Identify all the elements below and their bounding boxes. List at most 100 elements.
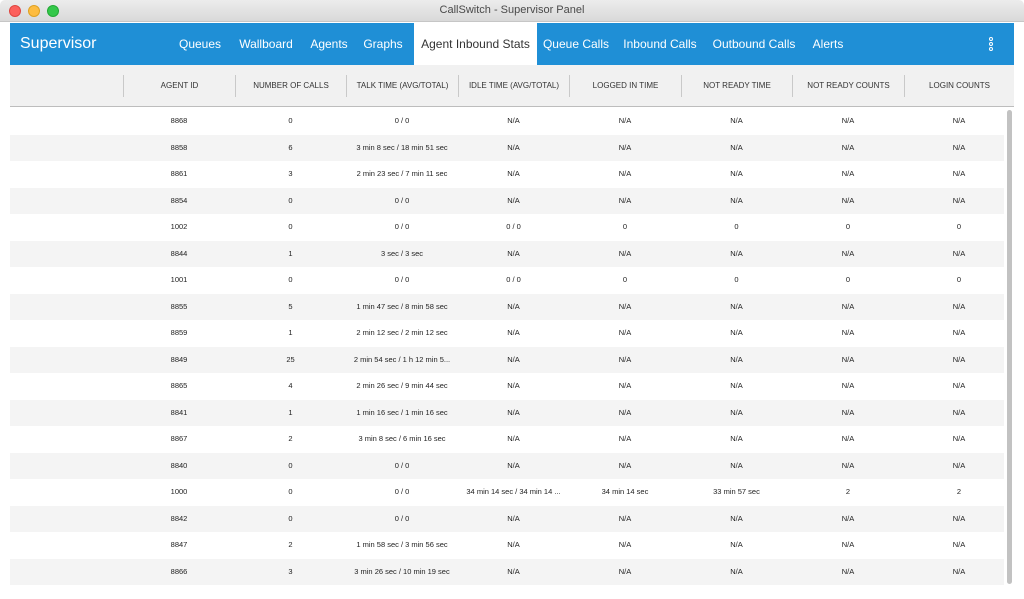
cell-login-counts: N/A [952, 407, 966, 417]
column-header-talk-time[interactable]: TALK TIME (AVG/TOTAL) [346, 75, 458, 97]
cell-logged-in-time: N/A [618, 328, 632, 337]
cell-number-of-calls: 6 [288, 142, 293, 152]
cell-login-counts: N/A [952, 381, 966, 390]
cell-logged-in-time: 0 [622, 222, 628, 231]
cell-idle-time: 34 min 14 sec / 34 min 14 ... [466, 487, 561, 496]
table-row[interactable]: 8841 1 1 min 16 sec / 1 min 16 sec N/A N/A N/… [10, 399, 1004, 426]
cell-idle-time: N/A [507, 169, 520, 178]
cell-not-ready-time: N/A [730, 407, 743, 417]
tab-agents[interactable]: Agents [304, 23, 354, 65]
cell-login-counts: N/A [952, 195, 966, 205]
cell-number-of-calls: 1 [288, 407, 293, 417]
cell-agent-id: 1001 [170, 275, 188, 284]
cell-logged-in-time: 0 [622, 275, 628, 284]
column-header-not-ready-time[interactable]: NOT READY TIME [681, 75, 792, 97]
cell-login-counts: N/A [952, 116, 966, 125]
cell-not-ready-counts: 2 [845, 487, 851, 496]
cell-not-ready-time: N/A [730, 169, 743, 178]
cell-logged-in-time: N/A [618, 407, 632, 417]
table-row[interactable]: 8868 0 0 / 0 N/A N/A N/A N/A N/A [10, 108, 1004, 135]
tab-outbound-calls[interactable]: Outbound Calls [710, 23, 798, 65]
cell-idle-time: N/A [507, 407, 520, 417]
cell-login-counts: 2 [956, 487, 962, 496]
cell-not-ready-time: N/A [730, 354, 743, 364]
cell-talk-time: 0 / 0 [394, 487, 410, 496]
cell-talk-time: 0 / 0 [394, 275, 410, 284]
cell-login-counts: N/A [952, 354, 966, 364]
table-row[interactable]: 8840 0 0 / 0 N/A N/A N/A N/A N/A [10, 452, 1004, 479]
tab-alerts[interactable]: Alerts [808, 23, 848, 65]
table-header: AGENT ID NUMBER OF CALLS TALK TIME (AVG/… [10, 65, 1014, 107]
cell-not-ready-time: N/A [730, 142, 743, 152]
table-row[interactable]: 8858 6 3 min 8 sec / 18 min 51 sec N/A N/A N/… [10, 134, 1004, 161]
table-row[interactable]: 8859 1 2 min 12 sec / 2 min 12 sec N/A N/A N/… [10, 320, 1004, 347]
tab-graphs[interactable]: Graphs [358, 23, 408, 65]
cell-not-ready-counts: N/A [841, 301, 855, 311]
cell-number-of-calls: 0 [288, 116, 293, 125]
tab-queues[interactable]: Queues [172, 23, 228, 65]
cell-login-counts: N/A [952, 540, 966, 549]
column-header-logged-in-time[interactable]: LOGGED IN TIME [569, 75, 681, 97]
table-row[interactable]: 8844 1 3 sec / 3 sec N/A N/A N/A N/A N/A [10, 240, 1004, 267]
cell-not-ready-time: N/A [730, 116, 743, 125]
table-row[interactable]: 8867 2 3 min 8 sec / 6 min 16 sec N/A N/A N/A… [10, 426, 1004, 453]
cell-login-counts: N/A [952, 460, 966, 470]
cell-idle-time: N/A [507, 540, 520, 549]
cell-not-ready-counts: 0 [845, 275, 851, 284]
cell-agent-id: 8849 [170, 354, 188, 364]
cell-not-ready-counts: N/A [841, 566, 855, 576]
app-window: CallSwitch - Supervisor Panel Supervisor… [0, 0, 1024, 599]
tab-queue-calls[interactable]: Queue Calls [540, 23, 612, 65]
column-header-idle-time[interactable]: IDLE TIME (AVG/TOTAL) [458, 75, 569, 97]
cell-login-counts: N/A [952, 434, 966, 443]
cell-logged-in-time: N/A [618, 301, 632, 311]
table-row[interactable]: 8854 0 0 / 0 N/A N/A N/A N/A N/A [10, 187, 1004, 214]
cell-agent-id: 8847 [170, 540, 188, 549]
more-vertical-icon[interactable] [986, 37, 996, 53]
cell-agent-id: 8855 [170, 301, 188, 311]
cell-idle-time: N/A [507, 460, 520, 470]
cell-not-ready-counts: N/A [841, 513, 855, 523]
table-row[interactable]: 8847 2 1 min 58 sec / 3 min 56 sec N/A N/A N/… [10, 532, 1004, 559]
cell-agent-id: 8844 [170, 248, 188, 258]
column-header-number-of-calls[interactable]: NUMBER OF CALLS [235, 75, 346, 97]
cell-idle-time: 0 / 0 [506, 275, 521, 284]
cell-login-counts: N/A [952, 328, 966, 337]
cell-agent-id: 8859 [170, 328, 188, 337]
cell-login-counts: 0 [956, 222, 962, 231]
table-row[interactable]: 8865 4 2 min 26 sec / 9 min 44 sec N/A N/A N/… [10, 373, 1004, 400]
table-row[interactable]: 8842 0 0 / 0 N/A N/A N/A N/A N/A [10, 505, 1004, 532]
cell-talk-time: 3 sec / 3 sec [380, 248, 424, 258]
cell-idle-time: N/A [507, 301, 520, 311]
column-header-agent-id[interactable]: AGENT ID [123, 75, 235, 97]
column-header-login-counts[interactable]: LOGIN COUNTS [904, 75, 1014, 97]
table-row[interactable]: 1000 0 0 / 0 34 min 14 sec / 34 min 14 ... 3… [10, 479, 1004, 506]
cell-not-ready-counts: N/A [841, 142, 855, 152]
column-header-not-ready-counts[interactable]: NOT READY COUNTS [792, 75, 904, 97]
cell-login-counts: 0 [956, 275, 962, 284]
table-row[interactable]: 8849 25 2 min 54 sec / 1 h 12 min 5... N/A N… [10, 346, 1004, 373]
tab-agent-inbound-stats[interactable]: Agent Inbound Stats [414, 23, 537, 65]
table-row[interactable]: 8861 3 2 min 23 sec / 7 min 11 sec N/A N/A N/… [10, 161, 1004, 188]
table-row[interactable]: 1001 0 0 / 0 0 / 0 0 0 0 0 [10, 267, 1004, 294]
cell-number-of-calls: 3 [288, 566, 293, 576]
cell-login-counts: N/A [952, 142, 966, 152]
cell-not-ready-counts: N/A [841, 116, 855, 125]
table-row[interactable]: 8866 3 3 min 26 sec / 10 min 19 sec N/A N/A N… [10, 558, 1004, 585]
cell-talk-time: 3 min 26 sec / 10 min 19 sec [354, 566, 450, 576]
cell-talk-time: 2 min 54 sec / 1 h 12 min 5... [353, 354, 451, 364]
table-row[interactable]: 8855 5 1 min 47 sec / 8 min 58 sec N/A N/A N/… [10, 293, 1004, 320]
cell-idle-time: N/A [507, 354, 520, 364]
tab-wallboard[interactable]: Wallboard [234, 23, 298, 65]
cell-number-of-calls: 0 [288, 195, 293, 205]
cell-talk-time: 1 min 16 sec / 1 min 16 sec [356, 407, 448, 417]
tab-inbound-calls[interactable]: Inbound Calls [621, 23, 699, 65]
cell-login-counts: N/A [952, 169, 966, 178]
cell-logged-in-time: N/A [618, 566, 632, 576]
cell-not-ready-time: 0 [734, 275, 739, 284]
vertical-scrollbar[interactable] [1007, 110, 1012, 584]
cell-number-of-calls: 2 [288, 434, 293, 443]
cell-not-ready-counts: N/A [841, 328, 855, 337]
cell-talk-time: 2 min 23 sec / 7 min 11 sec [356, 169, 448, 178]
table-row[interactable]: 1002 0 0 / 0 0 / 0 0 0 0 0 [10, 214, 1004, 241]
